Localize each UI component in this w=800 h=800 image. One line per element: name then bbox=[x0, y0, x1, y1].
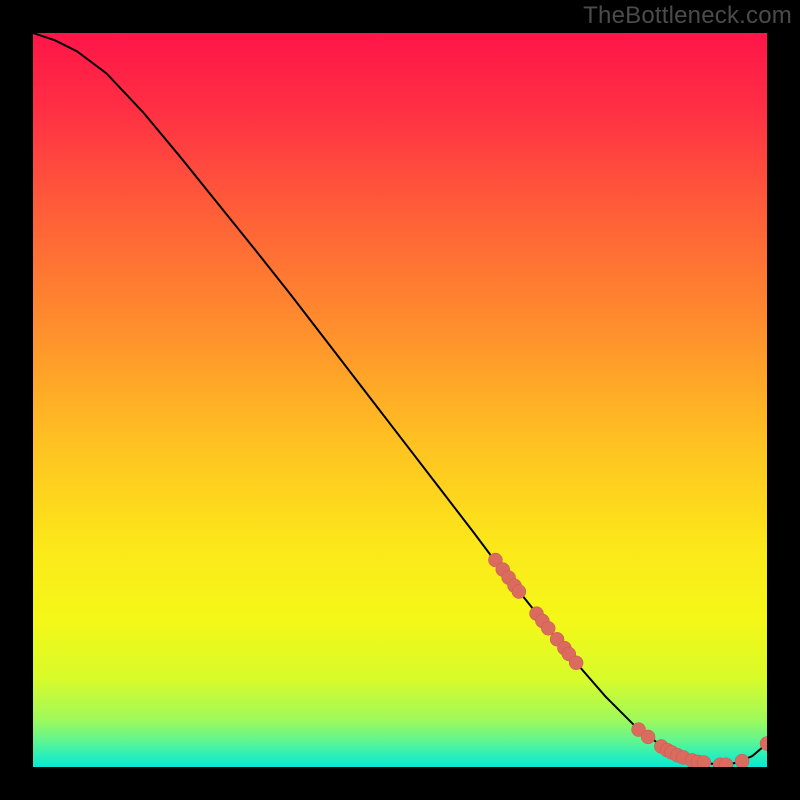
gradient-background bbox=[33, 33, 767, 767]
data-point bbox=[569, 656, 583, 670]
watermark-text: TheBottleneck.com bbox=[583, 2, 792, 30]
bottleneck-chart bbox=[33, 33, 767, 767]
data-point bbox=[512, 585, 526, 599]
data-point bbox=[735, 754, 749, 767]
plot-area bbox=[33, 33, 767, 767]
data-point bbox=[641, 730, 655, 744]
chart-frame: { "watermark": "TheBottleneck.com", "col… bbox=[0, 0, 800, 800]
data-point bbox=[541, 621, 555, 635]
data-point bbox=[697, 756, 711, 767]
